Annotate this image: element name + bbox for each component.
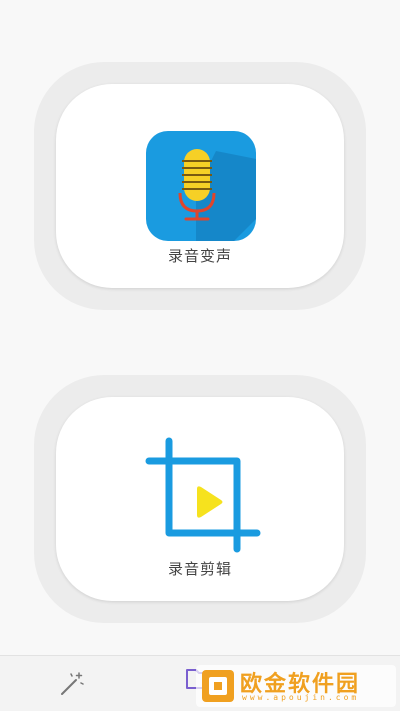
- voice-change-card[interactable]: 录音变声: [56, 84, 344, 288]
- audio-trim-card-frame: 录音剪辑: [34, 375, 366, 623]
- microphone-icon: [146, 131, 256, 241]
- voice-change-label: 录音变声: [167, 247, 232, 265]
- voice-change-card-frame: 录音变声: [34, 62, 366, 310]
- audio-trim-label: 录音剪辑: [167, 560, 232, 578]
- watermark: 欧金软件园 www.apoujin.com: [196, 665, 396, 707]
- watermark-logo-icon: [202, 670, 234, 702]
- bottom-toolbar: 欧金软件园 www.apoujin.com: [0, 655, 400, 711]
- audio-trim-card[interactable]: 录音剪辑: [56, 397, 344, 601]
- app-screen: 录音变声 录音剪辑 欧金软件园 www.apoujin.com: [0, 0, 400, 711]
- crop-play-icon: [145, 437, 261, 553]
- watermark-url: www.apoujin.com: [242, 693, 360, 702]
- magic-wand-icon[interactable]: [58, 670, 86, 698]
